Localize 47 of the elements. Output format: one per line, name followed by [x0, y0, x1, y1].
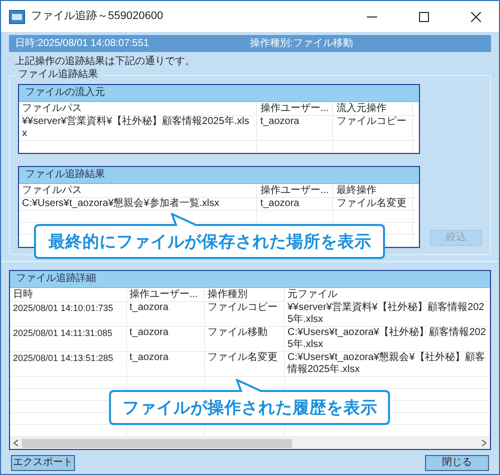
table-cell: ファイル名変更	[204, 352, 284, 376]
scroll-left-icon	[13, 439, 19, 447]
column-header[interactable]: 操作ユーザー...	[126, 288, 204, 302]
column-header[interactable]: 操作ユーザー...	[256, 102, 333, 116]
column-header[interactable]: 操作種別	[204, 288, 284, 302]
table-cell: t_aozora	[126, 302, 204, 326]
maximize-icon	[419, 12, 429, 22]
column-header[interactable]: 元ファイル	[284, 288, 490, 302]
table-cell: 2025/08/01 14:13:51:285	[10, 352, 126, 376]
table-cell: 2025/08/01 14:10:01:735	[10, 302, 126, 326]
table-cell: ¥¥server¥営業資料¥【社外秘】顧客情報2025年.xlsx	[284, 302, 490, 326]
column-header[interactable]: 流入元操作	[332, 102, 413, 116]
column-header[interactable]: ファイルパス	[19, 184, 257, 198]
scroll-right-icon	[481, 439, 487, 447]
window-title: ファイル追跡～559020600	[31, 9, 164, 24]
table-cell: 2025/08/01 14:11:31:085	[10, 326, 126, 352]
horizontal-scrollbar[interactable]	[10, 437, 490, 449]
table-cell: t_aozora	[126, 326, 204, 352]
table-cell: ファイル名変更	[332, 198, 413, 210]
operation-label: 操作種別:ファイル移動	[250, 36, 353, 50]
column-header[interactable]: ファイルパス	[19, 102, 257, 116]
close-icon	[471, 12, 481, 22]
table-cell: C:¥Users¥t_aozora¥懇親会¥【社外秘】顧客情報2025年.xlsx	[284, 352, 490, 376]
panel-title: ファイルの流入元	[19, 85, 420, 102]
table-cell: ファイルコピー	[204, 302, 284, 326]
panel-title: ファイル追跡結果	[19, 167, 420, 184]
table-cell: C:¥Users¥t_aozora¥懇親会¥参加者一覧.xlsx	[19, 198, 257, 210]
table-cell: ファイルコピー	[332, 116, 413, 140]
scrollbar-thumb[interactable]	[22, 438, 292, 448]
callout-text: ファイルが操作された履歴を表示	[122, 398, 378, 418]
table-cell: t_aozora	[256, 198, 333, 210]
table-cell: t_aozora	[256, 116, 333, 140]
table-cell: ¥¥server¥営業資料¥【社外秘】顧客情報2025年.xlsx	[19, 116, 257, 140]
app-icon	[9, 10, 25, 24]
close-button[interactable]: 閉じる	[425, 455, 489, 471]
group-title: ファイル追跡結果	[16, 68, 100, 81]
export-button[interactable]: エクスポート	[11, 455, 75, 471]
table-cell: ファイル移動	[204, 326, 284, 352]
info-message: 上記操作の追跡結果は下記の通りです。	[15, 55, 196, 68]
table-cell: C:¥Users¥t_aozora¥【社外秘】顧客情報2025年.xlsx	[284, 326, 490, 352]
column-header[interactable]: 操作ユーザー...	[256, 184, 333, 198]
table-cell: t_aozora	[126, 352, 204, 376]
column-header[interactable]: 最終操作	[332, 184, 413, 198]
column-header[interactable]: 日時	[10, 288, 126, 302]
datetime-label: 日時:2025/08/01 14:08:07:551	[15, 36, 150, 50]
callout-text: 最終的にファイルが保存された場所を表示	[48, 232, 372, 252]
panel-title: ファイル追跡詳細	[10, 271, 490, 288]
